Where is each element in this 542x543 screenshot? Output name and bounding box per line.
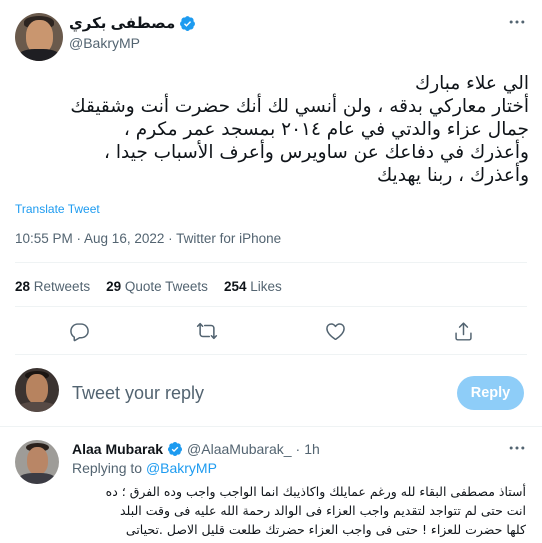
likes-label: Likes [250, 279, 282, 294]
replying-to-handle-link[interactable]: @BakryMP [146, 460, 217, 476]
author-name[interactable]: مصطفى بكري [69, 14, 175, 32]
more-options-icon[interactable] [505, 12, 529, 32]
ellipsis-icon [509, 20, 525, 24]
reply-line: انت حتى لم تتواجد لتقديم واجب العزاء فى … [120, 503, 526, 518]
retweet-icon [196, 322, 218, 340]
reply-time[interactable]: 1h [304, 441, 320, 457]
reply-text: أستاذ مصطفى البقاء لله ورغم عمايلك واكاذ… [72, 482, 526, 539]
ellipsis-icon [509, 446, 525, 450]
tweet-line: جمال عزاء والدتي في عام ٢٠١٤ بمسجد عمر م… [123, 119, 529, 140]
quotes-count: 29 [106, 279, 122, 294]
reply-line: كلها حضرت للعزاء ! حتى فى واجب العزاء حض… [125, 522, 526, 537]
divider [15, 354, 527, 355]
tweet-line: أختار معاركي بدقه ، ولن أنسي لك أنك حضرت… [70, 96, 529, 117]
share-icon [454, 321, 472, 341]
reply-button[interactable]: Reply [457, 376, 524, 410]
replying-to-label: Replying to [72, 460, 143, 476]
replying-to: Replying to @BakryMP [72, 460, 217, 476]
author-handle[interactable]: @BakryMP [69, 35, 140, 51]
tweet-action-bar [0, 318, 542, 344]
tweet-line: الي علاء مبارك [414, 73, 529, 94]
reply-compose-input[interactable] [72, 381, 432, 405]
retweets-label: Retweets [33, 279, 91, 294]
reply-icon [69, 322, 89, 341]
reply-author-avatar[interactable] [15, 440, 59, 484]
divider [15, 306, 527, 307]
retweets-stat[interactable]: 28 Retweets [15, 279, 90, 294]
tweet-text: الي علاء مبارك أختار معاركي بدقه ، ولن أ… [15, 72, 529, 187]
reply-line: أستاذ مصطفى البقاء لله ورغم عمايلك واكاذ… [105, 484, 526, 499]
tweet-stats: 28 Retweets 29 Quote Tweets 254 Likes [15, 279, 298, 294]
tweet-line: وأعذرك في دفاعك عن ساويرس وأعرف الأسباب … [104, 142, 529, 163]
like-action[interactable] [322, 318, 348, 344]
reply-author-name[interactable]: Alaa Mubarak [72, 441, 163, 457]
quote-tweets-stat[interactable]: 29 Quote Tweets [106, 279, 208, 294]
translate-tweet-link[interactable]: Translate Tweet [15, 202, 100, 216]
likes-count: 254 [223, 279, 247, 294]
quotes-label: Quote Tweets [124, 279, 208, 294]
retweets-count: 28 [15, 279, 31, 294]
reply-author-handle[interactable]: @AlaaMubarak_ [187, 441, 292, 457]
author-name-row[interactable]: مصطفى بكري [69, 13, 196, 33]
likes-stat[interactable]: 254 Likes [224, 279, 282, 294]
current-user-avatar[interactable] [15, 368, 59, 412]
share-action[interactable] [450, 318, 476, 344]
verified-badge-icon [180, 15, 196, 31]
divider [15, 262, 527, 263]
reply-header: Alaa Mubarak @AlaaMubarak_ · 1h [72, 441, 320, 457]
reply-separator: · [295, 441, 301, 457]
reply-more-options-icon[interactable] [505, 441, 529, 455]
like-icon [325, 322, 345, 340]
tweet-timestamp[interactable]: 10:55 PM · Aug 16, 2022 · Twitter for iP… [15, 231, 281, 246]
reply-action[interactable] [66, 318, 92, 344]
divider [0, 426, 542, 427]
author-avatar[interactable] [15, 13, 63, 61]
verified-badge-icon [168, 442, 183, 456]
tweet-line: وأعذرك ، ربنا يهديك [376, 165, 529, 186]
retweet-action[interactable] [194, 318, 220, 344]
